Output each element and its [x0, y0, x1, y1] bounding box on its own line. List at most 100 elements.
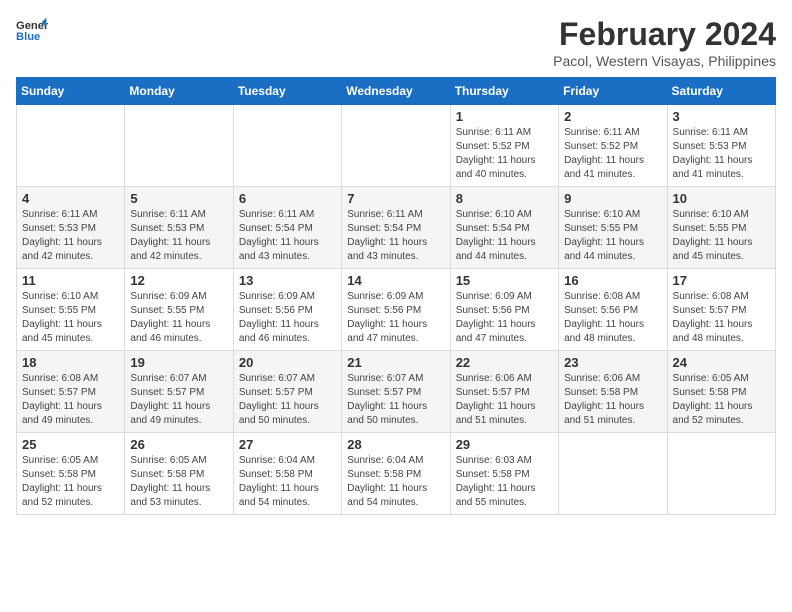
calendar-cell: 15Sunrise: 6:09 AM Sunset: 5:56 PM Dayli…: [450, 269, 558, 351]
day-info: Sunrise: 6:03 AM Sunset: 5:58 PM Dayligh…: [456, 454, 553, 510]
calendar-cell: 9 Sunrise: 6:10 AM Sunset: 5:55 PM Daylig…: [559, 187, 667, 269]
calendar-cell: 14 Sunrise: 6:09 AM Sunset: 5:56 PM Dayli…: [342, 269, 450, 351]
day-number: 13: [239, 273, 336, 288]
calendar-cell: 17 Sunrise: 6:08 AM Sunset: 5:57 PM Dayli…: [667, 269, 775, 351]
calendar-cell: 13 Sunrise: 6:09 AM Sunset: 5:56 PM Dayli…: [233, 269, 341, 351]
calendar-cell: 4 Sunrise: 6:11 AM Sunset: 5:53 PM Daylig…: [17, 187, 125, 269]
calendar-cell: [125, 105, 233, 187]
day-info: Sunrise: 6:06 AM Sunset: 5:57 PM Dayligh…: [456, 372, 553, 428]
day-number: 26: [130, 437, 227, 452]
page-header: General Blue February 2024 Pacol, Wester…: [16, 16, 776, 69]
day-number: 1: [456, 109, 553, 124]
day-number: 21: [347, 355, 444, 370]
day-number: 10: [673, 191, 770, 206]
week-row-4: 18Sunrise: 6:08 AM Sunset: 5:57 PM Dayli…: [17, 351, 776, 433]
day-info: Sunrise: 6:07 AM Sunset: 5:57 PM Dayligh…: [347, 372, 444, 428]
month-year-title: February 2024: [553, 16, 776, 53]
calendar-cell: 24 Sunrise: 6:05 AM Sunset: 5:58 PM Dayli…: [667, 351, 775, 433]
day-number: 28: [347, 437, 444, 452]
weekday-header-row: SundayMondayTuesdayWednesdayThursdayFrid…: [17, 78, 776, 105]
day-number: 27: [239, 437, 336, 452]
day-number: 29: [456, 437, 553, 452]
day-info: Sunrise: 6:10 AM Sunset: 5:55 PM Dayligh…: [22, 290, 119, 346]
day-number: 17: [673, 273, 770, 288]
calendar-cell: 21 Sunrise: 6:07 AM Sunset: 5:57 PM Dayli…: [342, 351, 450, 433]
logo: General Blue: [16, 16, 48, 44]
calendar-cell: 3 Sunrise: 6:11 AM Sunset: 5:53 PM Daylig…: [667, 105, 775, 187]
day-info: Sunrise: 6:11 AM Sunset: 5:54 PM Dayligh…: [347, 208, 444, 264]
calendar-cell: 19Sunrise: 6:07 AM Sunset: 5:57 PM Dayli…: [125, 351, 233, 433]
day-info: Sunrise: 6:09 AM Sunset: 5:56 PM Dayligh…: [239, 290, 336, 346]
day-info: Sunrise: 6:06 AM Sunset: 5:58 PM Dayligh…: [564, 372, 661, 428]
day-info: Sunrise: 6:04 AM Sunset: 5:58 PM Dayligh…: [347, 454, 444, 510]
day-info: Sunrise: 6:05 AM Sunset: 5:58 PM Dayligh…: [130, 454, 227, 510]
day-number: 11: [22, 273, 119, 288]
day-info: Sunrise: 6:07 AM Sunset: 5:57 PM Dayligh…: [239, 372, 336, 428]
day-info: Sunrise: 6:10 AM Sunset: 5:55 PM Dayligh…: [673, 208, 770, 264]
logo-icon: General Blue: [16, 16, 48, 44]
day-number: 2: [564, 109, 661, 124]
weekday-header-wednesday: Wednesday: [342, 78, 450, 105]
day-info: Sunrise: 6:11 AM Sunset: 5:53 PM Dayligh…: [22, 208, 119, 264]
calendar-cell: 22 Sunrise: 6:06 AM Sunset: 5:57 PM Dayli…: [450, 351, 558, 433]
day-info: Sunrise: 6:11 AM Sunset: 5:53 PM Dayligh…: [673, 126, 770, 182]
day-number: 4: [22, 191, 119, 206]
day-info: Sunrise: 6:09 AM Sunset: 5:55 PM Dayligh…: [130, 290, 227, 346]
day-info: Sunrise: 6:04 AM Sunset: 5:58 PM Dayligh…: [239, 454, 336, 510]
calendar-cell: 2 Sunrise: 6:11 AM Sunset: 5:52 PM Daylig…: [559, 105, 667, 187]
day-number: 5: [130, 191, 227, 206]
calendar-cell: [17, 105, 125, 187]
calendar-cell: 27 Sunrise: 6:04 AM Sunset: 5:58 PM Dayli…: [233, 433, 341, 515]
day-info: Sunrise: 6:08 AM Sunset: 5:57 PM Dayligh…: [673, 290, 770, 346]
calendar-cell: 23 Sunrise: 6:06 AM Sunset: 5:58 PM Dayli…: [559, 351, 667, 433]
day-info: Sunrise: 6:11 AM Sunset: 5:52 PM Dayligh…: [564, 126, 661, 182]
day-number: 8: [456, 191, 553, 206]
day-number: 9: [564, 191, 661, 206]
calendar-cell: 12 Sunrise: 6:09 AM Sunset: 5:55 PM Dayli…: [125, 269, 233, 351]
day-number: 7: [347, 191, 444, 206]
day-number: 22: [456, 355, 553, 370]
week-row-2: 4 Sunrise: 6:11 AM Sunset: 5:53 PM Daylig…: [17, 187, 776, 269]
day-number: 23: [564, 355, 661, 370]
day-info: Sunrise: 6:11 AM Sunset: 5:54 PM Dayligh…: [239, 208, 336, 264]
weekday-header-sunday: Sunday: [17, 78, 125, 105]
day-info: Sunrise: 6:10 AM Sunset: 5:55 PM Dayligh…: [564, 208, 661, 264]
day-number: 3: [673, 109, 770, 124]
day-number: 15: [456, 273, 553, 288]
calendar-cell: [233, 105, 341, 187]
day-number: 14: [347, 273, 444, 288]
week-row-3: 11 Sunrise: 6:10 AM Sunset: 5:55 PM Dayli…: [17, 269, 776, 351]
calendar-cell: 1Sunrise: 6:11 AM Sunset: 5:52 PM Daylig…: [450, 105, 558, 187]
day-info: Sunrise: 6:05 AM Sunset: 5:58 PM Dayligh…: [673, 372, 770, 428]
day-number: 25: [22, 437, 119, 452]
day-info: Sunrise: 6:11 AM Sunset: 5:53 PM Dayligh…: [130, 208, 227, 264]
calendar-cell: 26 Sunrise: 6:05 AM Sunset: 5:58 PM Dayli…: [125, 433, 233, 515]
weekday-header-monday: Monday: [125, 78, 233, 105]
weekday-header-friday: Friday: [559, 78, 667, 105]
calendar-cell: 20Sunrise: 6:07 AM Sunset: 5:57 PM Dayli…: [233, 351, 341, 433]
day-number: 12: [130, 273, 227, 288]
day-info: Sunrise: 6:09 AM Sunset: 5:56 PM Dayligh…: [347, 290, 444, 346]
location-subtitle: Pacol, Western Visayas, Philippines: [553, 53, 776, 69]
calendar-cell: 28 Sunrise: 6:04 AM Sunset: 5:58 PM Dayli…: [342, 433, 450, 515]
day-number: 19: [130, 355, 227, 370]
calendar-cell: 29 Sunrise: 6:03 AM Sunset: 5:58 PM Dayli…: [450, 433, 558, 515]
calendar-cell: 25Sunrise: 6:05 AM Sunset: 5:58 PM Dayli…: [17, 433, 125, 515]
calendar-cell: 5 Sunrise: 6:11 AM Sunset: 5:53 PM Daylig…: [125, 187, 233, 269]
calendar-cell: 10 Sunrise: 6:10 AM Sunset: 5:55 PM Dayli…: [667, 187, 775, 269]
calendar-cell: 18Sunrise: 6:08 AM Sunset: 5:57 PM Dayli…: [17, 351, 125, 433]
day-number: 18: [22, 355, 119, 370]
weekday-header-tuesday: Tuesday: [233, 78, 341, 105]
calendar-cell: 7 Sunrise: 6:11 AM Sunset: 5:54 PM Daylig…: [342, 187, 450, 269]
day-info: Sunrise: 6:10 AM Sunset: 5:54 PM Dayligh…: [456, 208, 553, 264]
calendar-cell: 11 Sunrise: 6:10 AM Sunset: 5:55 PM Dayli…: [17, 269, 125, 351]
day-number: 6: [239, 191, 336, 206]
calendar-table: SundayMondayTuesdayWednesdayThursdayFrid…: [16, 77, 776, 515]
day-info: Sunrise: 6:08 AM Sunset: 5:56 PM Dayligh…: [564, 290, 661, 346]
week-row-5: 25 Sunrise: 6:05 AM Sunset: 5:58 PM Dayli…: [17, 433, 776, 515]
calendar-cell: [559, 433, 667, 515]
calendar-cell: 6 Sunrise: 6:11 AM Sunset: 5:54 PM Daylig…: [233, 187, 341, 269]
day-number: 24: [673, 355, 770, 370]
calendar-cell: [667, 433, 775, 515]
weekday-header-thursday: Thursday: [450, 78, 558, 105]
